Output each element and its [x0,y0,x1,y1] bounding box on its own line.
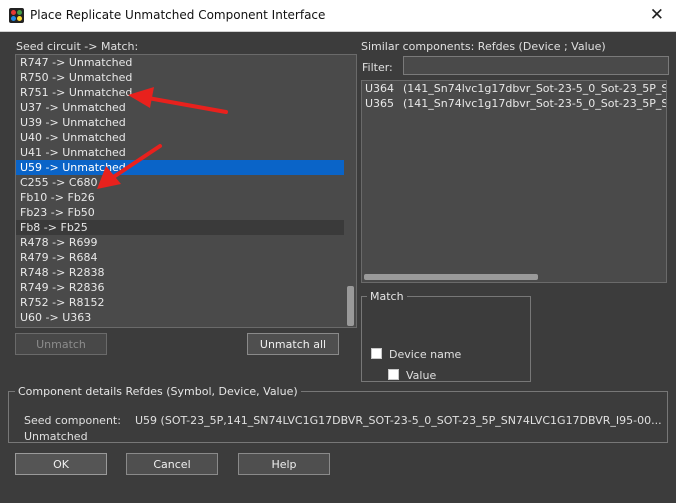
annotation-arrows [97,87,228,189]
arrow-to-c255 [97,144,162,189]
arrow-to-r751 [128,87,228,114]
